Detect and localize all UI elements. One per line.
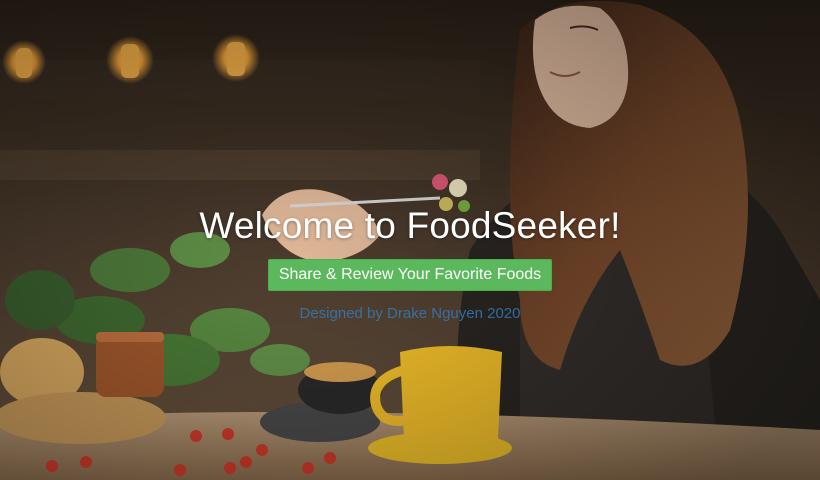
designer-credit: Designed by Drake Nguyen 2020 xyxy=(299,305,521,322)
hero-section: Welcome to FoodSeeker! Share & Review Yo… xyxy=(0,0,820,480)
hero-content: Welcome to FoodSeeker! Share & Review Yo… xyxy=(0,205,820,322)
share-review-button[interactable]: Share & Review Your Favorite Foods xyxy=(267,259,553,291)
page-title: Welcome to FoodSeeker! xyxy=(199,205,621,246)
